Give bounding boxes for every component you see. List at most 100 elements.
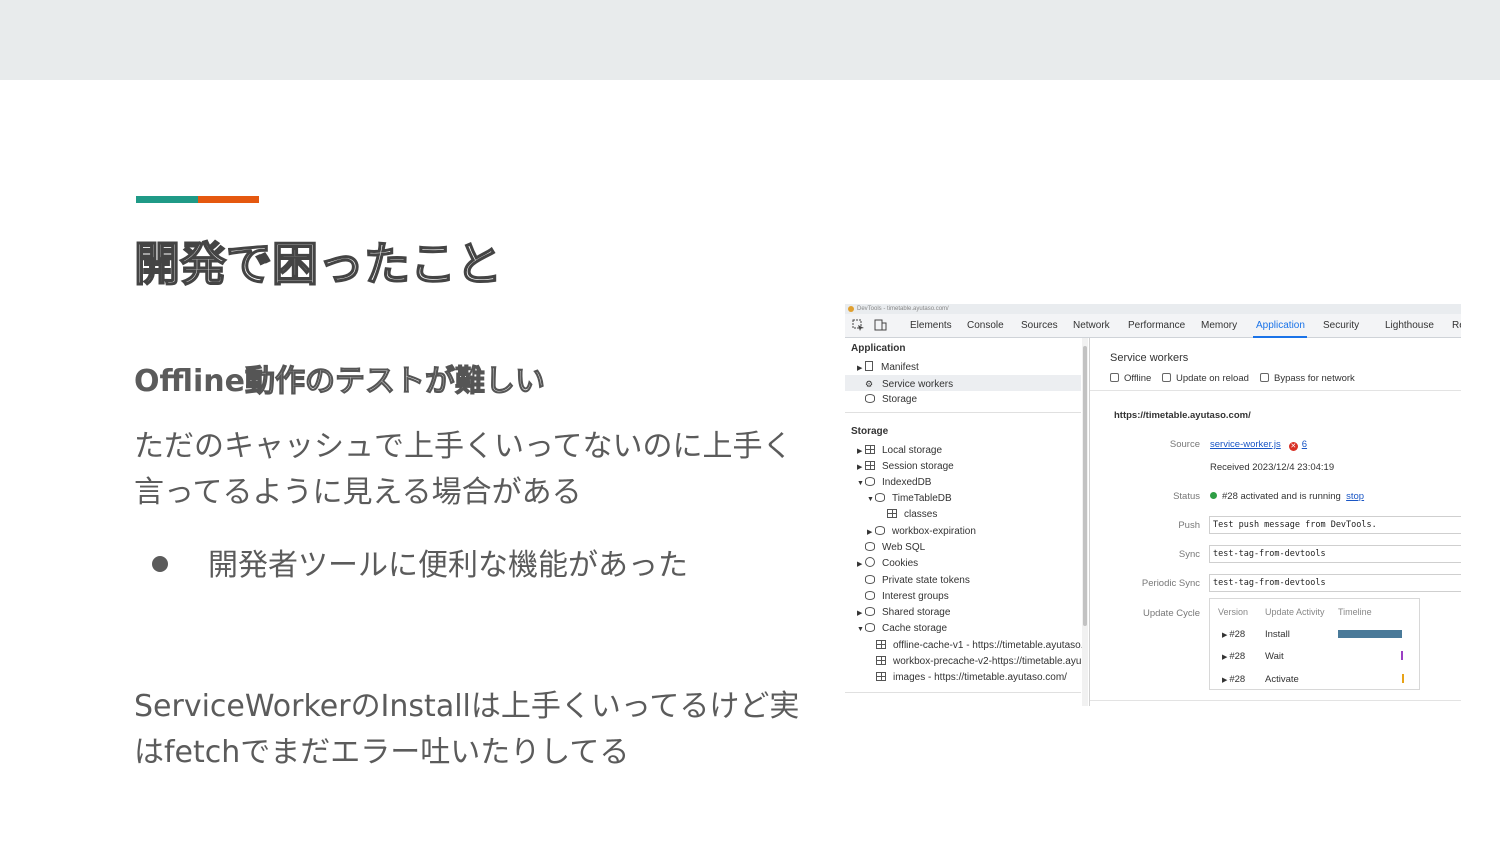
accent-bar-teal bbox=[136, 196, 198, 203]
table-row[interactable]: ▶ #28 bbox=[1222, 629, 1245, 640]
sidebar-header-storage: Storage bbox=[851, 426, 889, 437]
sidebar-item-manifest[interactable]: ▶ Manifest bbox=[857, 360, 919, 376]
expand-arrow-icon[interactable]: ▶ bbox=[857, 460, 865, 476]
paragraph-install-issue: ServiceWorkerのInstallは上手くいってるけど実はfetchでま… bbox=[134, 689, 800, 770]
sidebar-item-local-storage[interactable]: ▶ Local storage bbox=[857, 443, 942, 459]
sidebar-item-storage[interactable]: Storage bbox=[865, 392, 917, 408]
sidebar-item-label: Cookies bbox=[882, 558, 919, 569]
install-timeline-bar bbox=[1338, 630, 1402, 638]
sync-label: Sync bbox=[1178, 549, 1200, 560]
subheading-latin: Offline bbox=[134, 364, 245, 399]
sidebar-item-label: Cache storage bbox=[882, 623, 948, 634]
sidebar-item-interest-groups[interactable]: Interest groups bbox=[865, 589, 949, 605]
sidebar-item-label: Web SQL bbox=[882, 542, 926, 553]
database-icon bbox=[865, 477, 875, 486]
collapse-arrow-icon[interactable]: ▼ bbox=[857, 476, 865, 492]
column-header-activity: Update Activity bbox=[1265, 607, 1325, 617]
sidebar-item-workbox-expiration[interactable]: ▶ workbox-expiration bbox=[867, 524, 976, 540]
checkbox-box[interactable] bbox=[1260, 373, 1269, 382]
tab-overflow[interactable]: Re bbox=[1452, 320, 1461, 331]
tab-memory[interactable]: Memory bbox=[1201, 320, 1237, 331]
collapse-arrow-icon[interactable]: ▼ bbox=[867, 492, 875, 508]
update-cycle-table: Version Update Activity Timeline ▶ #28 I… bbox=[1209, 598, 1420, 690]
expand-arrow-icon[interactable]: ▶ bbox=[857, 606, 865, 622]
update-on-reload-checkbox[interactable]: Update on reload bbox=[1162, 373, 1249, 384]
tab-security[interactable]: Security bbox=[1323, 320, 1359, 331]
tab-console[interactable]: Console bbox=[967, 320, 1004, 331]
cycle-activity: Wait bbox=[1265, 651, 1284, 662]
scrollbar-thumb[interactable] bbox=[1083, 346, 1087, 626]
devtools-screenshot: DevTools - timetable.ayutaso.com/ Elemen… bbox=[845, 304, 1461, 706]
running-status-icon bbox=[1210, 492, 1217, 499]
sidebar-item-service-workers[interactable]: ⚙ Service workers bbox=[865, 376, 953, 392]
sync-input[interactable]: test-tag-from-devtools bbox=[1209, 545, 1461, 563]
database-icon bbox=[865, 394, 875, 403]
error-icon: ✕ bbox=[1288, 442, 1298, 451]
error-count-link[interactable]: 6 bbox=[1302, 439, 1307, 450]
expand-arrow-icon[interactable]: ▶ bbox=[857, 557, 865, 573]
expand-arrow-icon[interactable]: ▶ bbox=[867, 525, 875, 541]
sidebar-item-session-storage[interactable]: ▶ Session storage bbox=[857, 459, 954, 475]
sidebar-item-timetabledb[interactable]: ▼ TimeTableDB bbox=[867, 491, 952, 507]
sidebar-item-label: classes bbox=[904, 509, 938, 520]
sidebar-item-shared-storage[interactable]: ▶ Shared storage bbox=[857, 605, 950, 621]
push-input[interactable]: Test push message from DevTools. bbox=[1209, 516, 1461, 534]
device-toolbar-icon[interactable] bbox=[874, 319, 887, 331]
bullet-dot-icon bbox=[152, 555, 168, 572]
sidebar-item-private-state-tokens[interactable]: Private state tokens bbox=[865, 573, 970, 589]
sidebar-item-label: workbox-expiration bbox=[892, 526, 976, 537]
expand-arrow-icon[interactable]: ▶ bbox=[857, 444, 865, 460]
sidebar-item-web-sql[interactable]: Web SQL bbox=[865, 540, 925, 556]
tab-network[interactable]: Network bbox=[1073, 320, 1110, 331]
document-icon bbox=[865, 361, 873, 371]
sidebar-item-classes[interactable]: classes bbox=[887, 507, 937, 523]
tab-elements[interactable]: Elements bbox=[910, 320, 952, 331]
table-icon bbox=[876, 672, 886, 681]
wait-timeline-bar bbox=[1401, 651, 1403, 660]
table-row[interactable]: ▶ #28 bbox=[1222, 674, 1245, 685]
offline-checkbox[interactable]: Offline bbox=[1110, 373, 1151, 384]
status-label: Status bbox=[1173, 491, 1200, 502]
sidebar-scrollbar[interactable] bbox=[1082, 338, 1088, 706]
sidebar-item-label: images - https://timetable.ayutaso.com/ bbox=[893, 672, 1067, 683]
sidebar-item-label: Shared storage bbox=[882, 607, 951, 618]
cycle-version: #28 bbox=[1229, 629, 1246, 640]
tab-performance[interactable]: Performance bbox=[1128, 320, 1185, 331]
chrome-logo-icon bbox=[848, 306, 854, 312]
update-cycle-label: Update Cycle bbox=[1142, 608, 1200, 619]
source-link[interactable]: service-worker.js bbox=[1210, 439, 1281, 450]
stop-link[interactable]: stop bbox=[1346, 491, 1364, 502]
bypass-for-network-checkbox[interactable]: Bypass for network bbox=[1260, 373, 1355, 384]
paragraph-cache-issue: ただのキャッシュで上手くいってないのに上手く言ってるように見える場合がある bbox=[134, 429, 793, 510]
tab-application[interactable]: Application bbox=[1256, 320, 1305, 331]
sidebar-item-cache-storage[interactable]: ▼ Cache storage bbox=[857, 621, 947, 637]
collapse-arrow-icon[interactable]: ▼ bbox=[857, 622, 865, 638]
sidebar-item-cache-workbox[interactable]: workbox-precache-v2-https://timetable.ay… bbox=[876, 654, 1081, 670]
tab-sources[interactable]: Sources bbox=[1021, 320, 1058, 331]
sidebar-item-cache-images[interactable]: images - https://timetable.ayutaso.com/ bbox=[876, 670, 1067, 686]
sidebar-item-label: Local storage bbox=[882, 445, 943, 456]
expand-arrow-icon[interactable]: ▶ bbox=[857, 361, 865, 377]
table-icon bbox=[865, 445, 875, 454]
inspect-element-icon[interactable] bbox=[852, 319, 865, 331]
panel-divider bbox=[1090, 390, 1461, 391]
checkbox-box[interactable] bbox=[1110, 373, 1119, 382]
sidebar-divider bbox=[845, 692, 1081, 693]
cycle-version: #28 bbox=[1229, 651, 1246, 662]
sidebar-item-cookies[interactable]: ▶ Cookies bbox=[857, 556, 918, 572]
checkbox-box[interactable] bbox=[1162, 373, 1171, 382]
cycle-activity: Install bbox=[1265, 629, 1290, 640]
table-icon bbox=[876, 640, 886, 649]
column-header-version: Version bbox=[1218, 607, 1249, 617]
tab-lighthouse[interactable]: Lighthouse bbox=[1385, 320, 1434, 331]
sidebar-item-indexeddb[interactable]: ▼ IndexedDB bbox=[857, 475, 931, 491]
status-text: #28 activated and is running bbox=[1222, 491, 1341, 502]
bullet-text: 開発者ツールに便利な機能があった bbox=[208, 548, 688, 583]
sidebar-header-application: Application bbox=[851, 343, 906, 354]
sidebar-item-cache-offline[interactable]: offline-cache-v1 - https://timetable.ayu… bbox=[876, 638, 1083, 654]
database-icon bbox=[865, 623, 875, 632]
sidebar-item-label: Interest groups bbox=[882, 591, 949, 602]
column-header-timeline: Timeline bbox=[1338, 607, 1372, 617]
table-row[interactable]: ▶ #28 bbox=[1222, 651, 1245, 662]
periodic-sync-input[interactable]: test-tag-from-devtools bbox=[1209, 574, 1461, 592]
